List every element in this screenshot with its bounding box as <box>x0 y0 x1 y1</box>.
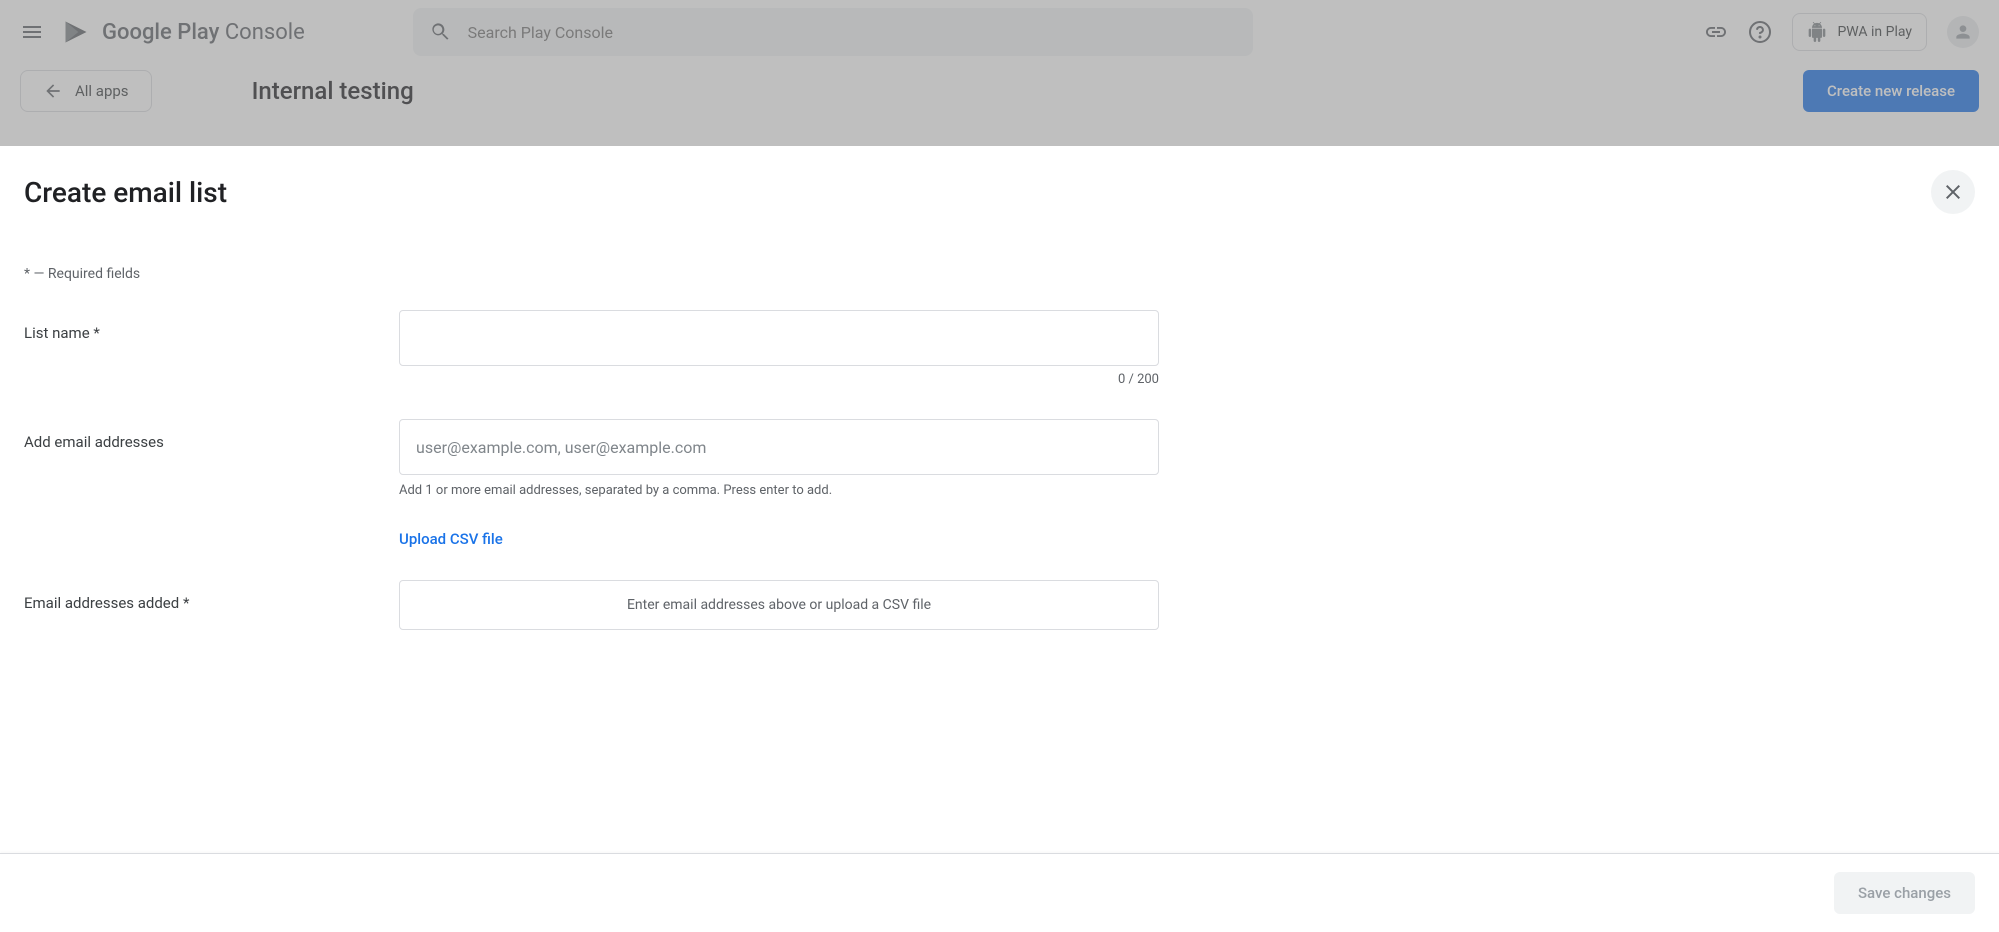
add-emails-input[interactable] <box>399 419 1159 475</box>
required-fields-note: * — Required fields <box>24 266 1975 282</box>
save-changes-button[interactable]: Save changes <box>1834 872 1975 914</box>
modal-title: Create email list <box>24 176 227 209</box>
emails-added-empty-state: Enter email addresses above or upload a … <box>399 580 1159 630</box>
add-emails-label: Add email addresses <box>24 419 399 451</box>
list-name-label: List name * <box>24 310 399 342</box>
close-icon <box>1941 180 1965 204</box>
close-button[interactable] <box>1931 170 1975 214</box>
add-emails-helper: Add 1 or more email addresses, separated… <box>399 483 1159 498</box>
list-name-input[interactable] <box>399 310 1159 366</box>
modal-footer: Save changes <box>0 853 1999 932</box>
create-email-list-modal: Create email list * — Required fields Li… <box>0 146 1999 932</box>
emails-added-label: Email addresses added * <box>24 580 399 612</box>
list-name-char-count: 0 / 200 <box>399 372 1159 387</box>
upload-csv-link[interactable]: Upload CSV file <box>399 530 503 548</box>
modal-backdrop <box>0 0 1999 146</box>
